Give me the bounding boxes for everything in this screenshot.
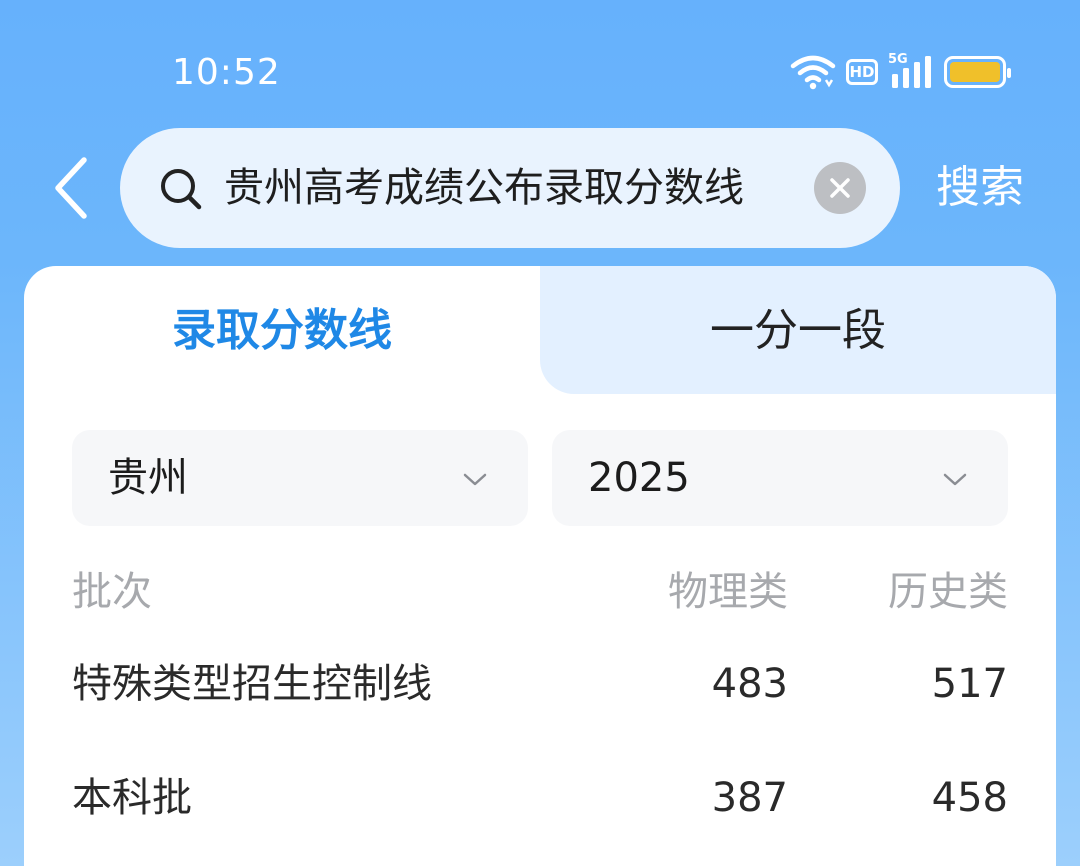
app-screen: 10:52 HD 5G 贵州高考成绩公布录取分数线 搜索 录取分数线 一分一段 … [0, 0, 1080, 866]
physics-score: 483 [711, 661, 788, 707]
search-submit-button[interactable]: 搜索 [936, 160, 1024, 216]
status-time: 10:52 [172, 52, 281, 93]
chevron-down-icon [463, 473, 487, 486]
battery-level [950, 62, 1000, 82]
history-score: 458 [931, 775, 1008, 821]
search-input[interactable]: 贵州高考成绩公布录取分数线 [224, 162, 792, 214]
clear-icon [830, 178, 850, 198]
search-bar[interactable]: 贵州高考成绩公布录取分数线 [120, 128, 900, 248]
back-icon [55, 157, 87, 219]
cellular-signal-icon: 5G [888, 52, 934, 90]
column-header-batch: 批次 [72, 569, 152, 615]
tab-score-distribution[interactable]: 一分一段 [540, 296, 1056, 366]
year-select[interactable]: 2025 [552, 430, 1008, 526]
wifi-icon [790, 55, 836, 90]
score-card: 录取分数线 一分一段 贵州 2025 批次 物理类 历史类 特殊类型招生控制线 … [24, 266, 1056, 866]
status-icons: HD 5G [790, 52, 1011, 92]
tab-admission-scores[interactable]: 录取分数线 [24, 296, 540, 366]
hd-badge: HD [846, 59, 878, 85]
column-header-physics: 物理类 [668, 569, 788, 615]
batch-name: 本科批 [72, 775, 192, 821]
column-header-history: 历史类 [888, 569, 1008, 615]
physics-score: 387 [711, 775, 788, 821]
history-score: 517 [931, 661, 1008, 707]
battery-icon [944, 56, 1011, 88]
batch-name: 特殊类型招生控制线 [72, 661, 432, 707]
clear-button[interactable] [814, 162, 866, 214]
year-value: 2025 [588, 455, 690, 501]
chevron-down-icon [943, 473, 967, 486]
province-select[interactable]: 贵州 [72, 430, 528, 526]
province-value: 贵州 [108, 455, 188, 501]
search-icon [161, 169, 202, 210]
back-button[interactable] [50, 156, 100, 220]
